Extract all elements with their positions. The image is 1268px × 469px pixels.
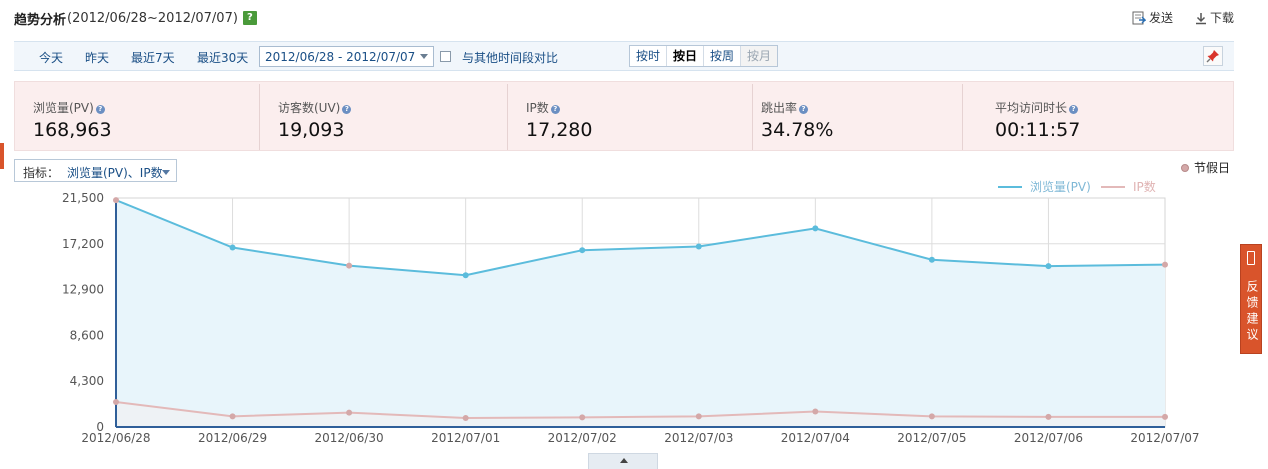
ip-point bbox=[346, 409, 353, 416]
ip-point bbox=[462, 414, 469, 421]
ip-point bbox=[928, 413, 935, 420]
chevron-up-icon bbox=[620, 458, 628, 463]
x-tick-label: 2012/07/02 bbox=[548, 431, 617, 445]
x-tick-label: 2012/06/30 bbox=[315, 431, 384, 445]
collapse-toggle[interactable] bbox=[588, 453, 658, 469]
y-tick-label: 4,300 bbox=[70, 374, 104, 388]
x-tick-label: 2012/06/28 bbox=[81, 431, 150, 445]
pencil-icon bbox=[1247, 251, 1255, 265]
x-tick-label: 2012/07/03 bbox=[664, 431, 733, 445]
pv-point bbox=[346, 262, 353, 269]
pv-point bbox=[579, 247, 586, 254]
y-tick-label: 12,900 bbox=[62, 283, 104, 297]
ip-point bbox=[229, 413, 236, 420]
pv-point bbox=[113, 197, 119, 204]
x-tick-label: 2012/07/04 bbox=[781, 431, 850, 445]
trend-chart: 21,50017,20012,9008,6004,30002012/06/28 2… bbox=[62, 179, 1200, 445]
feedback-button[interactable]: 反馈建议 bbox=[1240, 244, 1262, 354]
ip-point bbox=[113, 398, 119, 405]
y-tick-label: 17,200 bbox=[62, 237, 104, 251]
pv-point bbox=[229, 244, 236, 251]
pv-point bbox=[695, 243, 702, 250]
x-tick-label: 2012/07/05 bbox=[897, 431, 966, 445]
ip-point bbox=[1045, 413, 1052, 420]
x-tick-label: 2012/07/06 bbox=[1014, 431, 1083, 445]
x-tick-label: 2012/06/29 bbox=[198, 431, 267, 445]
y-tick-label: 21,500 bbox=[62, 191, 104, 205]
ip-point bbox=[812, 408, 819, 415]
y-tick-label: 8,600 bbox=[70, 328, 104, 342]
ip-point bbox=[579, 414, 586, 421]
legend-pv-label: 浏览量(PV) bbox=[1030, 179, 1091, 194]
ip-point bbox=[1162, 413, 1168, 420]
x-tick-label: 2012/07/01 bbox=[431, 431, 500, 445]
feedback-label: 反馈建议 bbox=[1245, 280, 1259, 344]
ip-point bbox=[695, 413, 702, 420]
x-tick-label: 2012/07/07 bbox=[1130, 431, 1199, 445]
pv-point bbox=[462, 272, 469, 279]
pv-point bbox=[812, 225, 819, 232]
pv-point bbox=[1162, 261, 1168, 268]
pv-point bbox=[1045, 263, 1052, 270]
pv-point bbox=[928, 256, 935, 263]
legend-ip-label: IP数 bbox=[1133, 179, 1156, 194]
